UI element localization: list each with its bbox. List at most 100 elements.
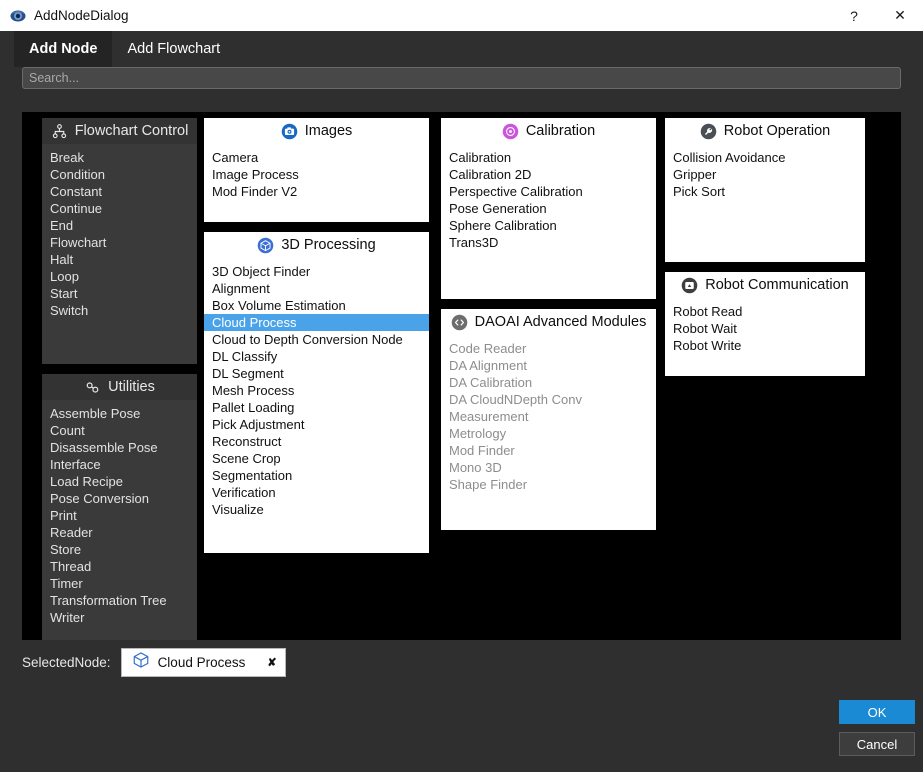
panel-title: Flowchart Control [74,123,189,139]
panel-images: Images Camera Image Process Mod Finder V2 [204,118,429,222]
panel-list-robot-operation: Collision Avoidance Gripper Pick Sort [665,144,865,262]
list-item[interactable]: Constant [42,183,197,200]
list-item[interactable]: Print [42,507,197,524]
list-item[interactable]: Robot Wait [665,320,865,337]
list-item[interactable]: Pick Sort [665,183,865,200]
list-item[interactable]: Flowchart [42,234,197,251]
help-button[interactable]: ? [831,0,877,31]
list-item[interactable]: Image Process [204,166,429,183]
list-item[interactable]: Reader [42,524,197,541]
list-item[interactable]: Cloud to Depth Conversion Node [204,331,429,348]
list-item[interactable]: Collision Avoidance [665,149,865,166]
list-item[interactable]: Transformation Tree [42,592,197,609]
list-item[interactable]: Mod Finder V2 [204,183,429,200]
panel-robot-operation: Robot Operation Collision Avoidance Grippe… [665,118,865,262]
panel-list-daoai-advanced-modules: Code Reader DA Alignment DA Calibration DA … [441,335,656,530]
panel-header-utilities: Utilities [42,374,197,400]
remove-selected-node-icon[interactable]: ✘ [253,656,276,669]
list-item[interactable]: DL Segment [204,365,429,382]
list-item[interactable]: Writer [42,609,197,626]
list-item[interactable]: Continue [42,200,197,217]
list-item[interactable]: Timer [42,575,197,592]
panel-utilities: Utilities Assemble Pose Count Disassemble P… [42,374,197,640]
selected-node-row: SelectedNode: Cloud Process ✘ [22,648,286,677]
list-item[interactable]: Segmentation [204,467,429,484]
list-item: Shape Finder [449,477,528,492]
list-item[interactable]: Robot Write [665,337,865,354]
search-row [0,67,923,95]
panel-header-calibration: Calibration [441,118,656,144]
ok-button[interactable]: OK [839,700,915,724]
panel-header-robot-operation: Robot Operation [665,118,865,144]
list-item[interactable]: Reconstruct [204,433,429,450]
code-brackets-icon [451,314,468,331]
tab-add-node[interactable]: Add Node [14,31,113,67]
panel-list-images: Camera Image Process Mod Finder V2 [204,144,429,222]
panel-header-daoai-advanced-modules: DAOAI Advanced Modules [441,309,656,335]
panel-header-images: Images [204,118,429,144]
list-item[interactable]: Calibration [441,149,656,166]
node-catalog-canvas: Flowchart Control Break Condition Constant C… [22,112,901,640]
panel-header-3d-processing: 3D Processing [204,232,429,258]
list-item: Measurement [449,409,529,424]
list-item[interactable]: Robot Read [665,303,865,320]
list-item[interactable]: Pose Conversion [42,490,197,507]
list-item[interactable]: Disassemble Pose [42,439,197,456]
panel-flowchart-control: Flowchart Control Break Condition Constant C… [42,118,197,364]
list-item: DA Calibration [449,375,533,390]
list-item[interactable]: Break [42,149,197,166]
panel-column-3: Robot Operation Collision Avoidance Grippe… [665,118,865,386]
panel-column-1: Images Camera Image Process Mod Finder V2 3… [204,118,429,563]
search-input[interactable] [22,67,901,89]
list-item[interactable]: Thread [42,558,197,575]
selected-node-chip[interactable]: Cloud Process ✘ [120,648,286,677]
list-item[interactable]: Verification [204,484,429,501]
panel-list-flowchart-control: Break Condition Constant Continue End Flowcha… [42,144,197,364]
list-item[interactable]: Count [42,422,197,439]
tab-bar: Add Node Add Flowchart [0,31,923,67]
list-item[interactable]: Cloud Process [204,314,429,331]
list-item[interactable]: Load Recipe [42,473,197,490]
list-item[interactable]: Pallet Loading [204,399,429,416]
list-item[interactable]: Condition [42,166,197,183]
org-chart-icon [51,123,68,140]
list-item: DA Alignment [449,358,528,373]
list-item[interactable]: Box Volume Estimation [204,297,429,314]
list-item[interactable]: Mesh Process [204,382,429,399]
list-item[interactable]: Perspective Calibration [441,183,656,200]
list-item[interactable]: Scene Crop [204,450,429,467]
list-item[interactable]: Pick Adjustment [204,416,429,433]
tab-add-flowchart[interactable]: Add Flowchart [112,31,235,67]
list-item[interactable]: Switch [42,302,197,319]
list-item[interactable]: Calibration 2D [441,166,656,183]
panel-title: Utilities [108,379,155,395]
list-item: Code Reader [449,341,527,356]
list-item[interactable]: Start [42,285,197,302]
panel-column-2: Calibration Calibration Calibration 2D Pers… [441,118,656,540]
list-item[interactable]: DL Classify [204,348,429,365]
list-item: Mono 3D [449,460,502,475]
list-item[interactable]: Visualize [204,501,429,518]
list-item[interactable]: Alignment [204,280,429,297]
list-item[interactable]: Interface [42,456,197,473]
list-item[interactable]: Gripper [665,166,865,183]
list-item[interactable]: Store [42,541,197,558]
list-item[interactable]: Loop [42,268,197,285]
panel-list-3d-processing: 3D Object Finder Alignment Box Volume Esti… [204,258,429,553]
list-item[interactable]: Trans3D [441,234,656,251]
panel-title: Robot Operation [723,123,831,139]
list-item[interactable]: Pose Generation [441,200,656,217]
list-item[interactable]: Camera [204,149,429,166]
cancel-button[interactable]: Cancel [839,732,915,756]
panel-calibration: Calibration Calibration Calibration 2D Pers… [441,118,656,299]
selected-node-label: SelectedNode: [22,655,111,670]
list-item[interactable]: Assemble Pose [42,405,197,422]
link-chain-icon [84,379,101,396]
close-icon[interactable]: ✕ [877,0,923,31]
panel-header-robot-communication: Robot Communication [665,272,865,298]
list-item[interactable]: Halt [42,251,197,268]
list-item[interactable]: End [42,217,197,234]
list-item[interactable]: Sphere Calibration [441,217,656,234]
panel-title: Robot Communication [705,277,849,293]
list-item[interactable]: 3D Object Finder [204,263,429,280]
